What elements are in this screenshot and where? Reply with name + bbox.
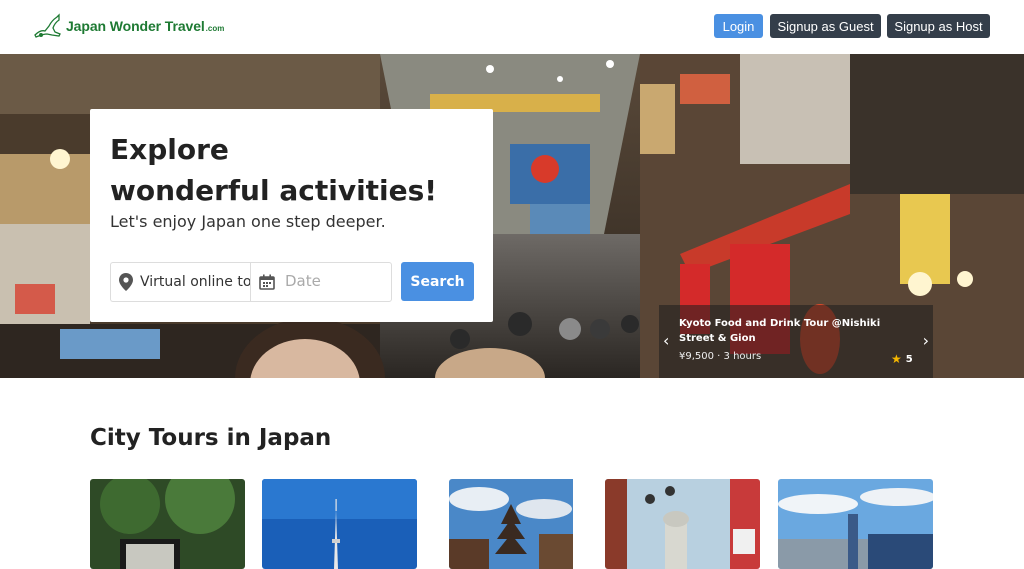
map-pin-icon [119,273,133,291]
location-field[interactable] [110,262,250,302]
calendar-icon [259,274,275,290]
city-photo [449,479,573,569]
signup-host-button[interactable]: Signup as Host [887,14,990,38]
hero-subheadline: Let's enjoy Japan one step deeper. [110,212,386,231]
city-tour-card[interactable] [90,479,245,569]
chevron-left-icon[interactable]: ‹ [663,331,669,350]
chevron-right-icon[interactable]: › [923,331,929,350]
section-title: City Tours in Japan [90,425,332,451]
city-tour-card[interactable] [778,479,933,569]
login-button[interactable]: Login [714,14,763,38]
city-tour-card[interactable] [605,479,760,569]
signup-guest-button[interactable]: Signup as Guest [770,14,881,38]
city-tour-card[interactable] [449,479,604,569]
city-tour-card[interactable] [262,479,417,569]
date-input[interactable] [285,274,395,290]
headline-line-1: Explore [110,133,229,166]
site-header: Japan Wonder Travel .com Login Signup as… [0,0,1024,54]
featured-tour-title[interactable]: Kyoto Food and Drink Tour @Nishiki Stree… [679,316,899,346]
logo-icon [34,13,61,38]
featured-tour-rating: ★ 5 [891,352,913,366]
city-photo [90,479,245,569]
star-icon: ★ [891,352,902,366]
featured-tour-meta: ¥9,500 · 3 hours [679,351,762,362]
city-photo [262,479,417,569]
hero-headline: Explore wonderful activities! [110,129,490,211]
search-button[interactable]: Search [401,262,474,301]
search-card: Explore wonderful activities! Let's enjo… [90,109,493,322]
city-photo [605,479,760,569]
logo[interactable]: Japan Wonder Travel .com [33,13,224,39]
location-input[interactable] [140,274,250,290]
logo-suffix: .com [205,24,225,33]
headline-line-2: wonderful activities! [110,174,438,207]
city-photo [778,479,933,569]
date-field[interactable] [250,262,395,302]
rating-value: 5 [905,353,913,365]
logo-text: Japan Wonder Travel [66,18,205,34]
featured-tour-card[interactable]: ‹ Kyoto Food and Drink Tour @Nishiki Str… [659,305,933,378]
